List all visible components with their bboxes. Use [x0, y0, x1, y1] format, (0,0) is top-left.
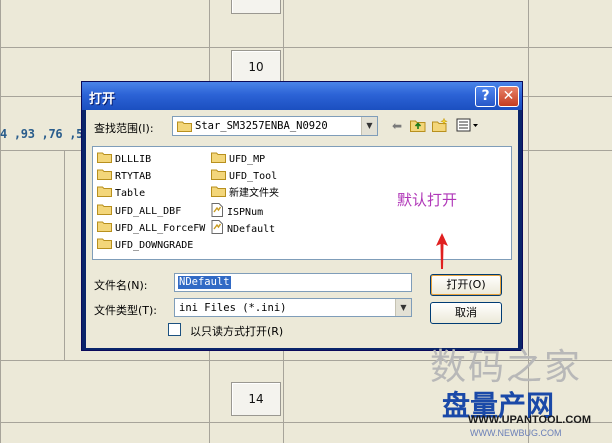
file-name-text: NDefault: [227, 223, 276, 235]
file-name-text: RTYTAB: [115, 171, 152, 183]
data-row-text: 4 ,93 ,76 ,57: [0, 127, 91, 141]
grid-cell-button[interactable]: 10: [231, 50, 281, 84]
folder-icon: [211, 185, 226, 203]
dialog-titlebar[interactable]: 打开 ? ✕: [82, 82, 522, 110]
file-name-text: 新建文件夹: [229, 188, 279, 200]
watermark-url: WWW.UPANTOOL.COM: [468, 414, 592, 426]
grid-line: [64, 150, 65, 360]
cancel-button[interactable]: 取消: [430, 302, 502, 324]
ini-file-icon: [211, 219, 224, 240]
file-list-item[interactable]: UFD_DOWNGRADE: [97, 237, 193, 253]
file-list-item[interactable]: 新建文件夹: [211, 185, 279, 201]
open-button[interactable]: 打开(O): [430, 274, 502, 296]
look-in-label: 查找范围(I):: [94, 122, 154, 135]
file-name-text: UFD_MP: [229, 154, 266, 165]
file-list[interactable]: 默认打开 DLLLIB RTYTAB Table UFD_ALL_DBF UFD_ALL…: [92, 146, 512, 269]
file-list-item[interactable]: ISPNum: [211, 202, 264, 219]
folder-icon: [97, 151, 112, 169]
folder-icon: [97, 237, 112, 255]
file-list-item[interactable]: NDefault: [211, 219, 276, 236]
help-button[interactable]: ?: [475, 86, 496, 107]
file-name-text: DLLLIB: [115, 154, 152, 165]
file-name-value: NDefault: [178, 276, 231, 289]
file-type-label: 文件类型(T):: [94, 304, 158, 317]
folder-icon: [211, 151, 226, 169]
file-name-text: UFD_ALL_DBF: [115, 205, 182, 217]
watermark-text: 数码之家: [430, 347, 583, 388]
dialog-body: 查找范围(I): Star_SM3257ENBA_N0920 ▼ ⬅ 默认打开 …: [86, 110, 518, 348]
grid-cell-button[interactable]: [231, 0, 281, 14]
file-list-item[interactable]: RTYTAB: [97, 168, 151, 184]
file-list-item[interactable]: DLLLIB: [97, 151, 151, 167]
grid-line: [0, 47, 612, 48]
file-name-label: 文件名(N):: [94, 279, 148, 292]
new-folder-icon[interactable]: [431, 117, 449, 134]
readonly-checkbox[interactable]: [168, 323, 181, 336]
folder-icon: [97, 220, 112, 238]
back-arrow-icon[interactable]: ⬅: [388, 118, 406, 134]
look-in-combo[interactable]: Star_SM3257ENBA_N0920 ▼: [172, 116, 378, 136]
file-list-item[interactable]: UFD_ALL_DBF: [97, 203, 181, 219]
file-list-item[interactable]: UFD_Tool: [211, 168, 277, 184]
red-arrow-icon: [436, 233, 448, 269]
readonly-label: 以只读方式打开(R): [190, 325, 284, 338]
file-list-item[interactable]: Table: [97, 185, 145, 201]
up-folder-icon[interactable]: [409, 118, 427, 134]
view-menu-icon[interactable]: [455, 118, 481, 134]
file-type-value: ini Files (*.ini): [179, 302, 287, 314]
file-list-item[interactable]: UFD_ALL_ForceFW: [97, 220, 205, 236]
chevron-down-icon[interactable]: ▼: [395, 299, 411, 316]
dialog-title: 打开: [89, 92, 116, 107]
grid-line: [0, 0, 1, 443]
close-button[interactable]: ✕: [498, 86, 519, 107]
file-name-text: UFD_DOWNGRADE: [115, 240, 194, 251]
file-name-text: UFD_Tool: [229, 171, 278, 183]
file-name-text: UFD_ALL_ForceFW: [115, 222, 206, 234]
open-file-dialog: 打开 ? ✕ 查找范围(I): Star_SM3257ENBA_N0920 ▼ …: [81, 81, 523, 351]
grid-cell-button[interactable]: 14: [231, 382, 281, 416]
folder-icon: [177, 121, 192, 132]
folder-icon: [97, 168, 112, 186]
folder-icon: [97, 185, 112, 203]
chevron-down-icon[interactable]: ▼: [361, 117, 377, 135]
look-in-value: Star_SM3257ENBA_N0920: [195, 120, 328, 132]
file-name-text: Table: [115, 188, 146, 200]
watermark-url-faint: WWW.NEWBUG.COM: [470, 428, 562, 438]
folder-icon: [211, 168, 226, 186]
file-list-item[interactable]: UFD_MP: [211, 151, 265, 167]
folder-icon: [97, 203, 112, 221]
file-type-select[interactable]: ini Files (*.ini) ▼: [174, 298, 412, 317]
file-name-input[interactable]: NDefault: [174, 273, 412, 292]
file-name-text: ISPNum: [227, 206, 264, 218]
annotation-default-open: 默认打开: [397, 191, 458, 209]
